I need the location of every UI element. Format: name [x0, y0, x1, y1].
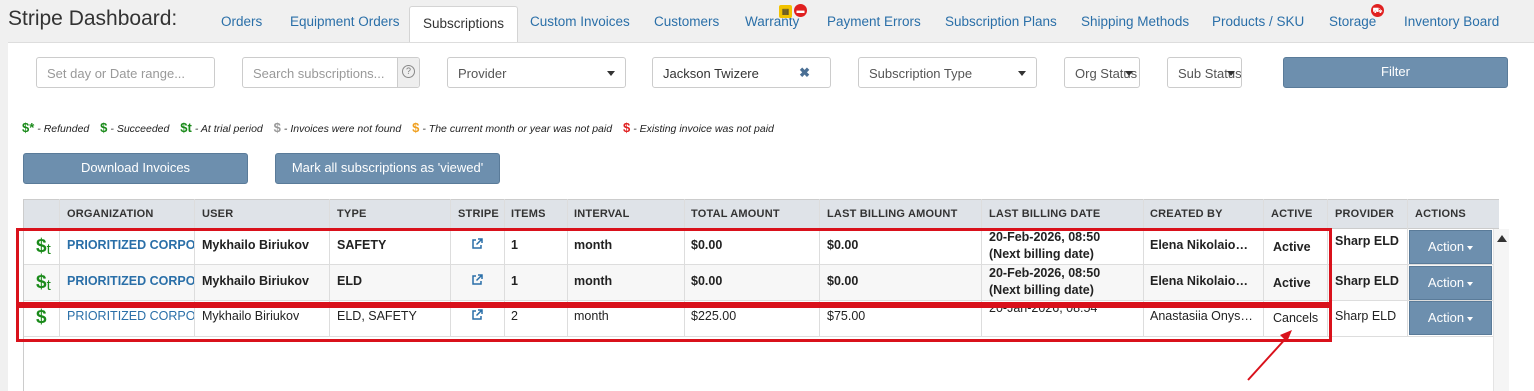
- column-divider: [1407, 199, 1408, 337]
- chevron-down-icon: [1125, 71, 1133, 76]
- col-last-billing-amount[interactable]: LAST BILLING AMOUNT: [827, 208, 958, 220]
- highlight-box-trial-rows: [16, 228, 1332, 305]
- legend-refunded: $* - Refunded: [22, 120, 90, 135]
- tab-subscriptions[interactable]: Subscriptions: [409, 6, 519, 43]
- highlight-box-cancelled-row: [16, 305, 1332, 342]
- provider-select[interactable]: Provider: [447, 57, 626, 88]
- search-placeholder: Search subscriptions...: [253, 66, 385, 81]
- provider-cell: Sharp ELD: [1335, 274, 1399, 288]
- legend-trial: $t - At trial period: [180, 120, 263, 135]
- chevron-down-icon: [1227, 71, 1235, 76]
- table-header: ORGANIZATION USER TYPE STRIPE ITEMS INTE…: [24, 199, 1499, 229]
- org-status-select[interactable]: Org Status: [1064, 57, 1140, 88]
- col-stripe[interactable]: STRIPE: [458, 208, 499, 220]
- caret-down-icon: [1467, 316, 1474, 321]
- action-dropdown-button[interactable]: Action: [1409, 301, 1492, 335]
- provider-cell: Sharp ELD: [1335, 234, 1399, 248]
- col-organization[interactable]: ORGANIZATION: [67, 208, 154, 220]
- subscription-type-label: Subscription Type: [869, 66, 973, 81]
- scroll-up-icon[interactable]: [1497, 235, 1507, 242]
- status-legend: $* - Refunded $ - Succeeded $t - At trial p…: [22, 120, 782, 135]
- col-last-billing-date[interactable]: LAST BILLING DATE: [989, 208, 1100, 220]
- user-select[interactable]: Jackson Twizere ✖: [652, 57, 831, 88]
- caret-down-icon: [1467, 281, 1474, 286]
- subscription-type-select[interactable]: Subscription Type: [858, 57, 1037, 88]
- filter-button[interactable]: Filter: [1283, 57, 1508, 88]
- tab-subscription-plans[interactable]: Subscription Plans: [945, 14, 1057, 29]
- col-user[interactable]: USER: [202, 208, 233, 220]
- action-dropdown-button[interactable]: Action: [1409, 266, 1492, 300]
- warranty-alert-icon: ▬: [794, 4, 807, 17]
- provider-label: Provider: [458, 66, 507, 81]
- top-nav: Stripe Dashboard: Orders Equipment Order…: [0, 0, 1534, 43]
- tab-products-sku[interactable]: Products / SKU: [1212, 14, 1304, 29]
- col-items[interactable]: ITEMS: [511, 208, 546, 220]
- app-title: Stripe Dashboard:: [8, 7, 178, 30]
- user-selected-value: Jackson Twizere: [663, 66, 759, 81]
- storage-cart-icon: ⛟: [1371, 4, 1384, 17]
- tab-customers[interactable]: Customers: [654, 14, 719, 29]
- tab-inventory-board[interactable]: Inventory Board: [1404, 14, 1499, 29]
- warranty-calendar-icon: ▦: [779, 5, 792, 18]
- legend-unpaid-invoice: $ - Existing invoice was not paid: [622, 120, 774, 135]
- search-help-addon[interactable]: ?: [397, 58, 419, 87]
- mark-viewed-button[interactable]: Mark all subscriptions as 'viewed': [275, 153, 500, 184]
- tab-shipping-methods[interactable]: Shipping Methods: [1081, 14, 1189, 29]
- annotation-arrow-icon: [1247, 330, 1292, 381]
- col-total-amount[interactable]: TOTAL AMOUNT: [691, 208, 780, 220]
- tab-payment-errors[interactable]: Payment Errors: [827, 14, 921, 29]
- date-range-input[interactable]: Set day or Date range...: [36, 57, 215, 88]
- caret-down-icon: [1467, 245, 1474, 250]
- table-scrollbar[interactable]: [1493, 229, 1509, 391]
- legend-succeeded: $ - Succeeded: [100, 120, 170, 135]
- action-dropdown-button[interactable]: Action: [1409, 230, 1492, 264]
- download-invoices-button[interactable]: Download Invoices: [23, 153, 248, 184]
- tab-custom-invoices[interactable]: Custom Invoices: [530, 14, 630, 29]
- col-interval[interactable]: INTERVAL: [574, 208, 630, 220]
- clear-icon[interactable]: ✖: [799, 65, 810, 81]
- provider-cell: Sharp ELD: [1335, 309, 1397, 323]
- col-created-by[interactable]: CREATED BY: [1150, 208, 1223, 220]
- chevron-down-icon: [1018, 71, 1026, 76]
- sub-status-select[interactable]: Sub Status: [1167, 57, 1242, 88]
- tab-equipment-orders[interactable]: Equipment Orders: [290, 14, 400, 29]
- chevron-down-icon: [607, 71, 615, 76]
- tab-storage[interactable]: Storage: [1329, 14, 1376, 29]
- help-icon: ?: [402, 65, 415, 78]
- col-type[interactable]: TYPE: [337, 208, 367, 220]
- legend-not-found: $ - Invoices were not found: [273, 120, 402, 135]
- col-provider[interactable]: PROVIDER: [1335, 208, 1394, 220]
- col-actions: ACTIONS: [1415, 208, 1466, 220]
- search-input[interactable]: Search subscriptions... ?: [242, 57, 420, 88]
- col-active[interactable]: ACTIVE: [1271, 208, 1313, 220]
- legend-not-paid-period: $ - The current month or year was not pai…: [412, 120, 613, 135]
- tab-orders[interactable]: Orders: [221, 14, 262, 29]
